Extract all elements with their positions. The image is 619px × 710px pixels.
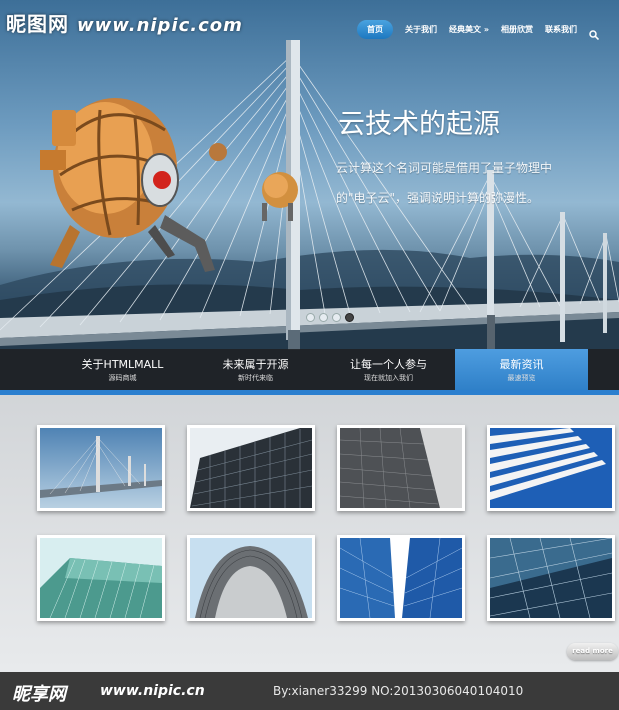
gallery-thumb-grey-tower[interactable] [337, 425, 465, 511]
hero-slider: 昵图网 www.nipic.com 首页 关于我们 经典美文 » 相册欣赏 联系我… [0, 0, 619, 390]
slide-dot-2[interactable] [319, 313, 328, 322]
tab-title: 关于HTMLMALL [81, 358, 164, 371]
tab-join-us[interactable]: 让每一个人参与 现在就加入我们 [322, 349, 455, 390]
gallery-thumb-green-glass[interactable] [37, 535, 165, 621]
green-glass-thumbnail [40, 538, 162, 618]
nav-home[interactable]: 首页 [357, 20, 394, 39]
tab-open-source[interactable]: 未来属于开源 新时代来临 [189, 349, 322, 390]
watermark-url: www.nipic.com [77, 15, 243, 36]
tab-subtitle: 新时代来临 [238, 374, 273, 382]
watermark-logo-text: 昵图网 [6, 12, 69, 36]
hero-subline-1: 云计算这个名词可能是借用了量子物理中 [336, 161, 553, 175]
slide-dot-3[interactable] [332, 313, 341, 322]
top-navigation: 首页 关于我们 经典美文 » 相册欣赏 联系我们 [357, 20, 600, 40]
footer-logo: 昵享网 [12, 684, 66, 705]
bridge-thumbnail [40, 428, 162, 508]
nav-articles[interactable]: 经典美文 » [449, 24, 489, 35]
tab-title: 最新资讯 [499, 358, 544, 371]
footer-id-text: By:xianer33299 NO:20130306040104010 [273, 684, 524, 698]
gallery-thumb-bridge[interactable] [37, 425, 165, 511]
footer-watermark: 昵享网 www.nipic.cn By:xianer33299 NO:20130… [0, 672, 619, 710]
hero-subline-2: 的"电子云"，强调说明计算的弥漫性。 [336, 191, 540, 205]
watermark-logo: 昵图网 www.nipic.com [6, 8, 243, 37]
slider-pagination [306, 313, 354, 322]
read-more-button[interactable]: read more [567, 643, 618, 660]
gallery-thumb-white-facade[interactable] [487, 425, 615, 511]
tab-subtitle: 现在就加入我们 [364, 374, 413, 382]
tab-about-htmlmall[interactable]: 关于HTMLMALL 源码商城 [56, 349, 189, 390]
gallery-thumb-blue-skyscrapers[interactable] [337, 535, 465, 621]
tab-latest-news[interactable]: 最新资讯 最速预览 [455, 349, 588, 390]
grey-tower-thumbnail [340, 428, 462, 508]
feature-tab-bar: 关于HTMLMALL 源码商城 未来属于开源 新时代来临 让每一个人参与 现在就… [0, 349, 619, 390]
nav-gallery[interactable]: 相册欣赏 [501, 24, 533, 35]
search-icon[interactable] [589, 25, 600, 40]
glass-tower-thumbnail [190, 428, 312, 508]
nav-about[interactable]: 关于我们 [405, 24, 437, 35]
tab-title: 让每一个人参与 [350, 358, 427, 371]
white-facade-thumbnail [490, 428, 612, 508]
nav-contact[interactable]: 联系我们 [545, 24, 577, 35]
small-robot-illustration [209, 143, 298, 221]
glass-wall-thumbnail [490, 538, 612, 618]
tab-subtitle: 源码商城 [108, 374, 137, 382]
robot-illustration [40, 98, 215, 272]
slide-dot-4[interactable] [345, 313, 354, 322]
tab-title: 未来属于开源 [222, 358, 289, 371]
dome-thumbnail [190, 538, 312, 618]
gallery-thumb-glass-wall[interactable] [487, 535, 615, 621]
tab-subtitle: 最速预览 [507, 374, 536, 382]
gallery-thumb-glass-tower[interactable] [187, 425, 315, 511]
hero-headline: 云技术的起源 [338, 109, 500, 140]
slide-dot-1[interactable] [306, 313, 315, 322]
gallery-thumb-dome[interactable] [187, 535, 315, 621]
blue-skyscrapers-thumbnail [340, 538, 462, 618]
footer-url: www.nipic.cn [100, 683, 205, 699]
